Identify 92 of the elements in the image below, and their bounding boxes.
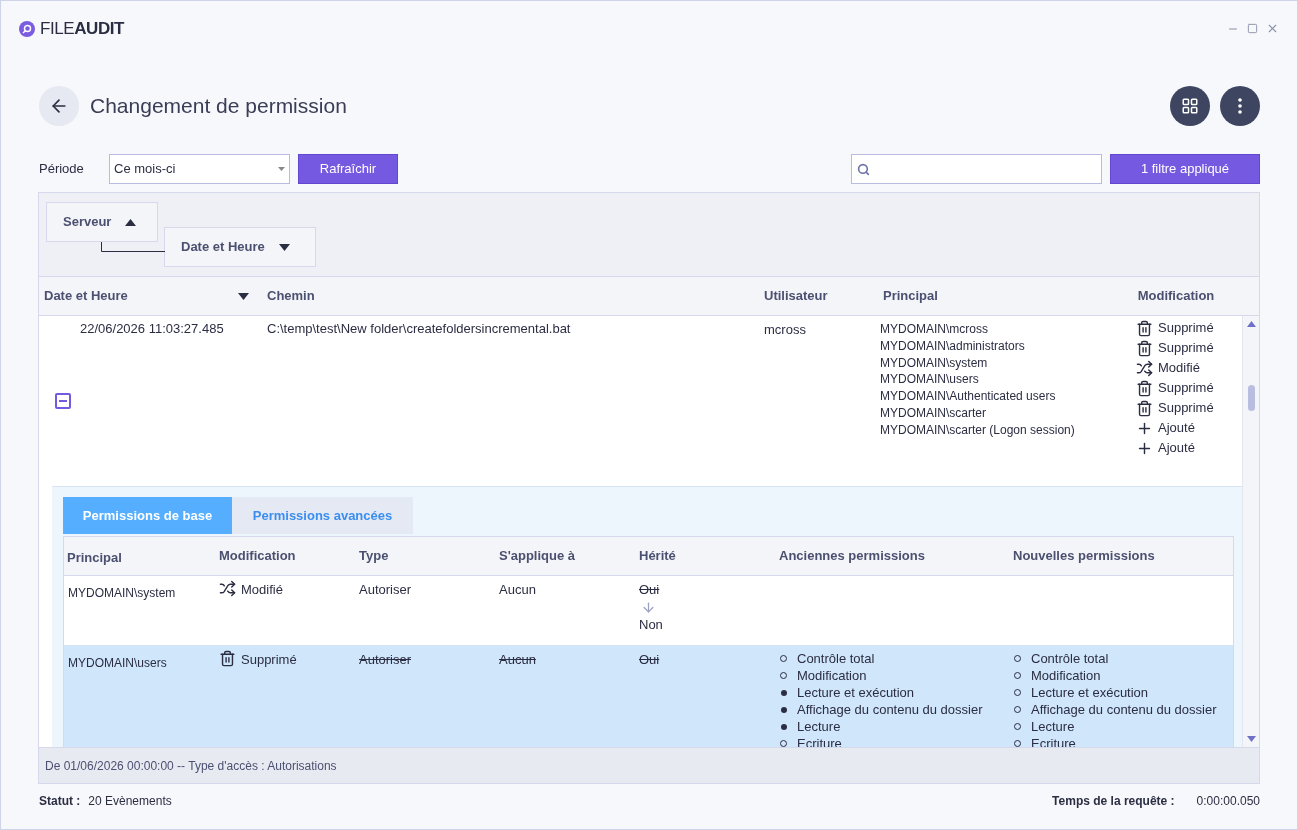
filter-button[interactable]: 1 filtre appliqué: [1110, 154, 1260, 184]
modification-text: Supprimé: [1158, 339, 1214, 358]
new-inherited-value: Non: [639, 615, 663, 634]
permission-text: Affichage du contenu du dossier: [797, 700, 983, 719]
principal-text: MYDOMAIN\scarter: [880, 405, 987, 422]
group-connector-line: [101, 242, 165, 252]
principal-text: MYDOMAIN\administrators: [880, 337, 1026, 355]
group-by-chip[interactable]: Date et Heure: [164, 227, 316, 267]
period-dropdown[interactable]: Ce mois-ci: [109, 154, 290, 184]
modification-text: Ajouté: [1158, 419, 1195, 438]
filter-summary: De 01/06/2026 00:00:00 -- Type d'accès : Autorisations: [45, 757, 337, 775]
column-header[interactable]: Nouvelles permissions: [1013, 548, 1155, 564]
scrollbar-thumb[interactable]: [1247, 385, 1255, 411]
more-options-button[interactable]: [1220, 86, 1260, 126]
query-time-label: Temps de la requête :: [1052, 793, 1175, 810]
modification-text: Supprimé: [1158, 379, 1214, 398]
user-cell: mcross: [764, 322, 806, 337]
modification-text: Supprimé: [1158, 319, 1214, 338]
column-header[interactable]: S'applique à: [499, 548, 576, 564]
type-cell: Autoriser: [359, 582, 412, 597]
grid-icon: [1181, 97, 1199, 115]
permission-text: Modification: [1031, 666, 1101, 685]
column-header[interactable]: Date et Heure: [44, 286, 128, 306]
refresh-button[interactable]: Rafraîchir: [298, 154, 398, 184]
column-header[interactable]: Chemin: [267, 286, 315, 306]
trash-icon: [1136, 319, 1153, 337]
permission-text: Ecriture: [797, 734, 842, 747]
modification-text: Ajouté: [1158, 439, 1195, 458]
path-cell: C:\temp\test\New folder\createfoldersincremental.bat: [267, 321, 571, 336]
page-title: Changement de permission: [90, 93, 347, 120]
status-value: 20 Evènements: [88, 793, 172, 810]
column-header[interactable]: Anciennes permissions: [779, 548, 925, 564]
permission-text: Lecture et exécution: [1031, 683, 1149, 702]
permission-row[interactable]: MYDOMAIN\system Modifié Autoriser Aucun Oui Non: [64, 576, 1233, 646]
column-header[interactable]: Principal: [883, 286, 938, 306]
column-header[interactable]: Modification: [219, 548, 296, 564]
permission-text: Ecriture: [1031, 734, 1076, 747]
shuffle-icon: [219, 580, 236, 597]
modification-cell-text: Supprimé: [241, 651, 297, 669]
modification-cell-text: Modifié: [241, 581, 283, 599]
column-header[interactable]: Type: [359, 548, 389, 564]
old-inherited-value: Oui: [639, 651, 660, 669]
close-icon[interactable]: [1266, 22, 1279, 35]
back-button[interactable]: [39, 86, 79, 126]
permission-text: Lecture et exécution: [797, 683, 915, 702]
more-vertical-icon: [1238, 98, 1242, 114]
scroll-down-icon[interactable]: [1246, 736, 1256, 742]
principal-text: MYDOMAIN\scarter (Logon session): [880, 421, 1076, 439]
query-time-value: 0:00:00.050: [1196, 793, 1260, 810]
grid-view-button[interactable]: [1170, 86, 1210, 126]
principal-cell: MYDOMAIN\users: [68, 656, 167, 670]
collapse-toggle[interactable]: [55, 392, 71, 409]
old-inherited-value: Oui: [639, 581, 660, 599]
principal-text: MYDOMAIN\mcross: [880, 321, 989, 338]
date-cell-text: 22/06/2026 11:03:27.485: [80, 320, 225, 338]
principal-text: MYDOMAIN\users: [880, 371, 980, 389]
modification-text: Supprimé: [1158, 399, 1214, 418]
maximize-icon[interactable]: [1247, 23, 1258, 34]
permission-text: Contrôle total: [797, 649, 875, 668]
principal-cell: MYDOMAIN\system: [68, 586, 176, 600]
shuffle-icon: [1136, 359, 1153, 377]
trash-icon: [1136, 379, 1153, 397]
permission-text: Affichage du contenu du dossier: [1031, 700, 1217, 719]
applies-to-cell: Aucun: [499, 652, 536, 667]
status-label: Statut :: [39, 793, 81, 810]
search-icon: [857, 162, 870, 176]
column-header[interactable]: Hérité: [639, 548, 676, 564]
permission-text: Lecture: [797, 717, 841, 736]
permission-text: Modification: [797, 666, 867, 685]
column-header[interactable]: Principal: [67, 550, 122, 566]
scroll-up-icon[interactable]: [1246, 321, 1256, 327]
permission-text: Lecture: [1031, 717, 1075, 736]
type-cell: Autoriser: [359, 652, 412, 667]
permission-text: Contrôle total: [1031, 649, 1109, 668]
modification-text: Modifié: [1158, 359, 1200, 378]
search-field[interactable]: [851, 154, 1102, 184]
trash-icon: [1136, 399, 1153, 417]
column-header[interactable]: Modification: [1137, 286, 1215, 306]
trash-icon: [1136, 339, 1153, 357]
trash-icon: [219, 650, 236, 667]
arrow-down-icon: [641, 599, 656, 615]
app-logo: FILEAUDIT: [40, 17, 125, 40]
scrollbar[interactable]: [1242, 316, 1259, 747]
principal-text: MYDOMAIN\Authenticated users: [880, 388, 1057, 405]
principal-text: MYDOMAIN\system: [880, 354, 989, 372]
permission-row[interactable]: [64, 646, 1233, 747]
applies-to-cell: Aucun: [499, 582, 536, 597]
column-header[interactable]: Utilisateur: [764, 286, 828, 306]
group-by-chip[interactable]: Serveur: [46, 202, 158, 242]
logo-icon: [19, 20, 35, 37]
period-label: Période: [39, 160, 85, 179]
dropdown-caret-icon: [278, 167, 285, 171]
